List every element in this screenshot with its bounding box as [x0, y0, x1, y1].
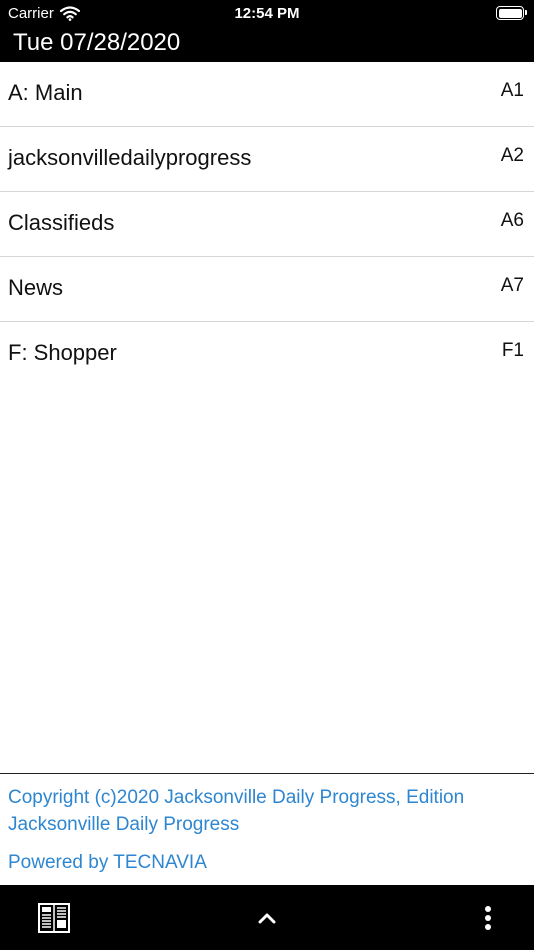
status-time: 12:54 PM — [234, 5, 300, 22]
section-row-a-main[interactable]: A: Main A1 — [0, 62, 534, 127]
section-page-number: A1 — [500, 80, 524, 101]
battery-fill — [498, 8, 522, 18]
bottom-toolbar — [0, 885, 534, 950]
page-title: Tue 07/28/2020 — [13, 29, 181, 56]
footer: Copyright (c)2020 Jacksonville Daily Pro… — [0, 773, 534, 885]
section-name: jacksonvilledailyprogress — [8, 145, 252, 170]
more-options-button[interactable] — [476, 885, 500, 950]
section-name: News — [8, 275, 64, 300]
section-name: F: Shopper — [8, 340, 117, 365]
battery-cap — [525, 10, 527, 15]
section-row-classifieds[interactable]: Classifieds A6 — [0, 192, 534, 257]
section-row-news[interactable]: News A7 — [0, 257, 534, 322]
powered-by-link[interactable]: Powered by TECNAVIA — [8, 852, 207, 874]
section-name: A: Main — [8, 80, 83, 105]
status-bar: Carrier 12:54 PM — [0, 0, 534, 28]
battery-icon — [496, 6, 527, 20]
section-row-f-shopper[interactable]: F: Shopper F1 — [0, 322, 534, 387]
section-list: A: Main A1 jacksonvilledailyprogress A2 … — [0, 62, 534, 387]
section-page-number: A2 — [500, 145, 524, 166]
pages-button[interactable] — [30, 885, 78, 950]
scroll-up-button[interactable] — [242, 885, 292, 950]
section-page-number: A7 — [500, 275, 524, 296]
section-row-jacksonvilledailyprogress[interactable]: jacksonvilledailyprogress A2 — [0, 127, 534, 192]
newspaper-pages-icon — [38, 902, 70, 933]
copyright-link[interactable]: Copyright (c)2020 Jacksonville Daily Pro… — [8, 784, 518, 838]
chevron-up-icon — [258, 913, 276, 923]
section-page-number: F1 — [501, 340, 524, 361]
section-name: Classifieds — [8, 210, 115, 235]
more-vertical-icon — [485, 905, 491, 930]
section-page-number: A6 — [500, 210, 524, 231]
header-bar: Tue 07/28/2020 — [0, 28, 534, 62]
